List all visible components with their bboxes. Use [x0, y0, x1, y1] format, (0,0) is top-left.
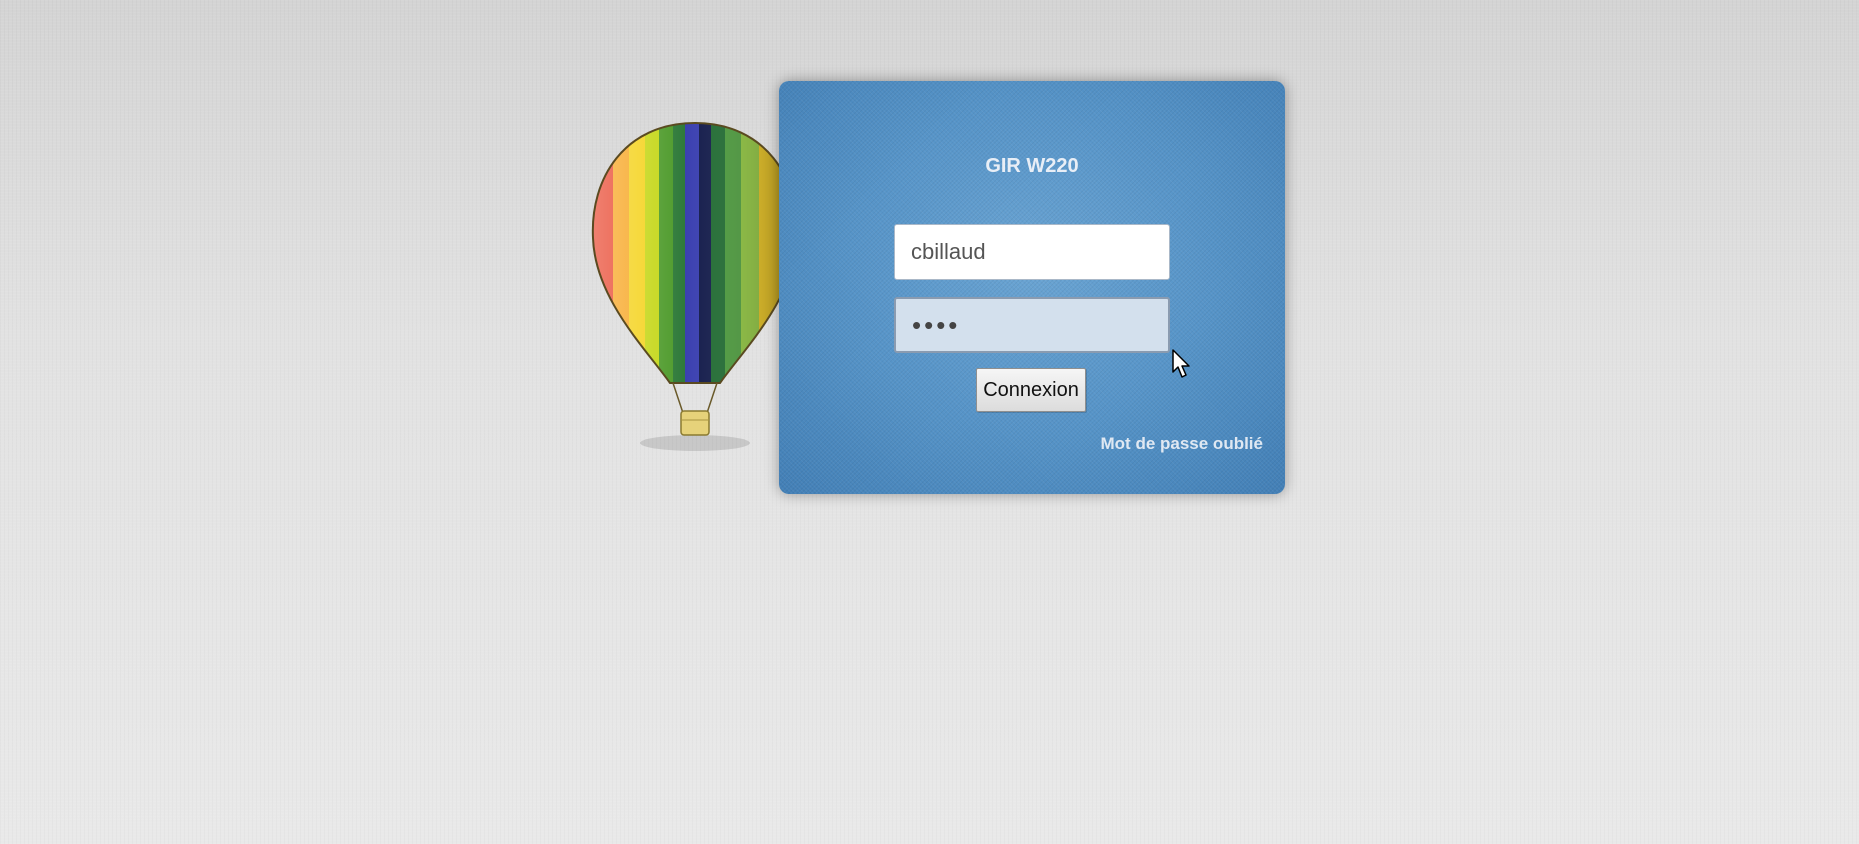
mouse-cursor-icon	[1172, 349, 1190, 378]
connexion-button[interactable]: Connexion	[976, 368, 1086, 412]
login-title: GIR W220	[985, 155, 1079, 177]
username-input[interactable]	[894, 224, 1170, 280]
password-input[interactable]	[894, 297, 1170, 353]
login-panel: GIR W220 Connexion Mot de passe oublié	[779, 81, 1285, 494]
forgot-password-link[interactable]: Mot de passe oublié	[1101, 434, 1263, 454]
hot-air-balloon-icon	[591, 121, 799, 451]
